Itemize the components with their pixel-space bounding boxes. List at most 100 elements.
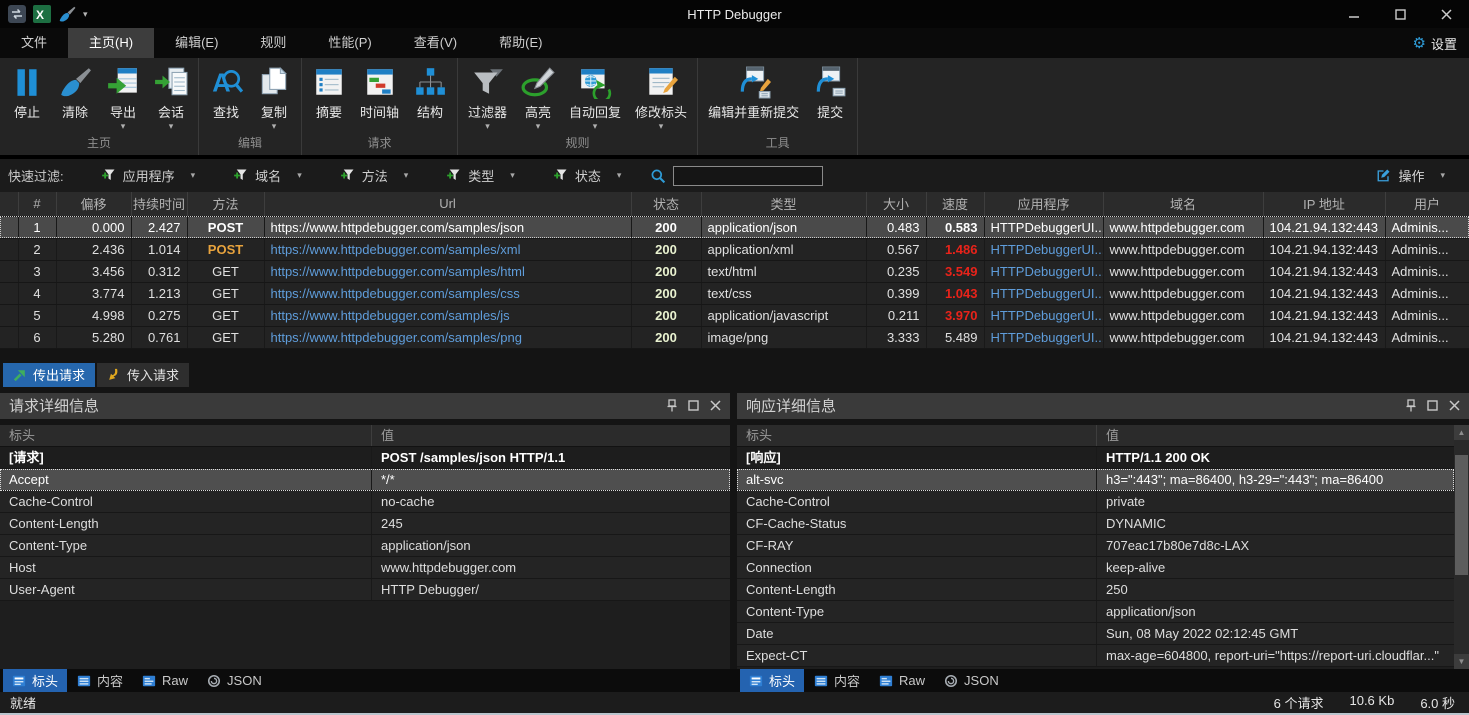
menu-item-performance[interactable]: 性能(P) xyxy=(307,28,392,58)
summary-button[interactable]: 摘要 xyxy=(305,64,353,133)
structure-button[interactable]: 结构 xyxy=(406,64,454,133)
request-row-6[interactable]: 65.2800.761GEThttps://www.httpdebugger.c… xyxy=(0,326,1469,348)
vertical-scrollbar[interactable]: ▲ ▼ xyxy=(1454,425,1469,670)
find-button[interactable]: A查找 xyxy=(202,64,250,133)
response-row-date[interactable]: DateSun, 08 May 2022 02:12:45 GMT xyxy=(737,623,1454,645)
scroll-up-icon[interactable]: ▲ xyxy=(1454,425,1469,440)
response-tab-raw[interactable]: Raw xyxy=(870,669,934,692)
request-row-4[interactable]: 43.7741.213GEThttps://www.httpdebugger.c… xyxy=(0,282,1469,304)
chevron-down-icon[interactable]: ▾ xyxy=(485,121,490,132)
response-tab-json[interactable]: JSON xyxy=(935,669,1008,692)
menu-item-home[interactable]: 主页(H) xyxy=(68,28,154,58)
close-panel-icon[interactable] xyxy=(1449,400,1460,411)
request-tab-content[interactable]: 内容 xyxy=(68,669,132,692)
column-header-9[interactable]: 应用程序 xyxy=(984,192,1103,216)
request-tab-json[interactable]: JSON xyxy=(198,669,271,692)
filter-domain-button[interactable]: 域名▾ xyxy=(218,166,317,185)
submit-button[interactable]: 提交 xyxy=(806,64,854,133)
column-header-name[interactable]: 标头 xyxy=(0,425,372,446)
filter-application-button[interactable]: 应用程序▾ xyxy=(86,166,211,185)
brush-small-icon[interactable] xyxy=(58,5,76,23)
response-row-cfcachestatus[interactable]: CF-Cache-StatusDYNAMIC xyxy=(737,513,1454,535)
column-header-6[interactable]: 类型 xyxy=(701,192,866,216)
chevron-down-icon[interactable]: ▾ xyxy=(659,121,664,132)
response-row-altsvc[interactable]: alt-svch3=":443"; ma=86400, h3-29=":443"… xyxy=(737,469,1454,491)
request-row-accept[interactable]: Accept*/* xyxy=(0,469,730,491)
excel-icon[interactable]: X xyxy=(33,5,51,23)
filter-button[interactable]: 过滤器▾ xyxy=(461,64,514,133)
search-input[interactable] xyxy=(673,166,823,186)
column-header-5[interactable]: 状态 xyxy=(631,192,701,216)
request-tab-headers[interactable]: 标头 xyxy=(3,669,67,692)
maximize-button[interactable] xyxy=(1377,0,1423,28)
menu-item-help[interactable]: 帮助(E) xyxy=(478,28,563,58)
clear-button[interactable]: 清除 xyxy=(51,64,99,133)
session-button[interactable]: 会话▾ xyxy=(147,64,195,133)
request-row-2[interactable]: 22.4361.014POSThttps://www.httpdebugger.… xyxy=(0,238,1469,260)
response-tab-headers[interactable]: 标头 xyxy=(740,669,804,692)
request-row-[interactable]: [请求]POST /samples/json HTTP/1.1 xyxy=(0,447,730,469)
filter-type-button[interactable]: 类型▾ xyxy=(431,166,530,185)
column-header-0[interactable]: # xyxy=(18,192,56,216)
menu-item-view[interactable]: 查看(V) xyxy=(393,28,478,58)
chevron-down-icon[interactable]: ▾ xyxy=(593,121,598,132)
close-button[interactable] xyxy=(1423,0,1469,28)
response-row-expectct[interactable]: Expect-CTmax-age=604800, report-uri="htt… xyxy=(737,645,1454,667)
column-header-name[interactable]: 标头 xyxy=(737,425,1097,446)
auto-reply-button[interactable]: 自动回复▾ xyxy=(562,64,628,133)
stream-tab-outgoing[interactable]: 传出请求 xyxy=(3,363,95,387)
scroll-down-icon[interactable]: ▼ xyxy=(1454,654,1469,669)
timeline-button[interactable]: 时间轴 xyxy=(353,64,406,133)
request-row-host[interactable]: Hostwww.httpdebugger.com xyxy=(0,557,730,579)
response-row-contenttype[interactable]: Content-Typeapplication/json xyxy=(737,601,1454,623)
modify-headers-button[interactable]: 修改标头▾ xyxy=(628,64,694,133)
column-header-value[interactable]: 值 xyxy=(372,425,730,446)
maximize-panel-icon[interactable] xyxy=(1427,400,1438,411)
actions-button[interactable]: 操作 ▾ xyxy=(1376,166,1461,185)
copy-button[interactable]: 复制▾ xyxy=(250,64,298,133)
pin-icon[interactable] xyxy=(667,399,677,412)
request-row-useragent[interactable]: User-AgentHTTP Debugger/ xyxy=(0,579,730,601)
filter-method-button[interactable]: 方法▾ xyxy=(325,166,424,185)
column-header-1[interactable]: 偏移 xyxy=(56,192,131,216)
response-row-cachecontrol[interactable]: Cache-Controlprivate xyxy=(737,491,1454,513)
response-row-connection[interactable]: Connectionkeep-alive xyxy=(737,557,1454,579)
request-row-cachecontrol[interactable]: Cache-Controlno-cache xyxy=(0,491,730,513)
menu-item-edit[interactable]: 编辑(E) xyxy=(154,28,239,58)
highlight-button[interactable]: 高亮▾ xyxy=(514,64,562,133)
request-row-contentlength[interactable]: Content-Length245 xyxy=(0,513,730,535)
export-button[interactable]: 导出▾ xyxy=(99,64,147,133)
response-tab-content[interactable]: 内容 xyxy=(805,669,869,692)
scrollbar-thumb[interactable] xyxy=(1455,455,1468,575)
column-header-10[interactable]: 域名 xyxy=(1103,192,1263,216)
column-header-3[interactable]: 方法 xyxy=(187,192,264,216)
scrollbar-track[interactable] xyxy=(1454,440,1469,655)
request-tab-raw[interactable]: Raw xyxy=(133,669,197,692)
chevron-down-icon[interactable]: ▾ xyxy=(83,9,88,20)
column-header-4[interactable]: Url xyxy=(264,192,631,216)
close-panel-icon[interactable] xyxy=(710,400,721,411)
response-row-cfray[interactable]: CF-RAY707eac17b80e7d8c-LAX xyxy=(737,535,1454,557)
menu-item-file[interactable]: 文件 xyxy=(0,28,68,58)
column-header-11[interactable]: IP 地址 xyxy=(1263,192,1385,216)
chevron-down-icon[interactable]: ▾ xyxy=(536,121,541,132)
pin-icon[interactable] xyxy=(1406,399,1416,412)
column-header-8[interactable]: 速度 xyxy=(926,192,984,216)
menu-item-rules[interactable]: 规则 xyxy=(239,28,307,58)
maximize-panel-icon[interactable] xyxy=(688,400,699,411)
column-header-value[interactable]: 值 xyxy=(1097,425,1454,446)
request-row-5[interactable]: 54.9980.275GEThttps://www.httpdebugger.c… xyxy=(0,304,1469,326)
column-header-7[interactable]: 大小 xyxy=(866,192,926,216)
stop-button[interactable]: 停止 xyxy=(3,64,51,133)
chevron-down-icon[interactable]: ▾ xyxy=(121,121,126,132)
request-row-1[interactable]: 10.0002.427POSThttps://www.httpdebugger.… xyxy=(0,216,1469,238)
settings-button[interactable]: ⚙ 设置 xyxy=(1413,28,1469,58)
response-row-contentlength[interactable]: Content-Length250 xyxy=(737,579,1454,601)
response-row-[interactable]: [响应]HTTP/1.1 200 OK xyxy=(737,447,1454,469)
stream-tab-incoming[interactable]: 传入请求 xyxy=(97,363,189,387)
app-icon[interactable] xyxy=(8,5,26,23)
filter-status-button[interactable]: 状态▾ xyxy=(538,166,637,185)
request-row-3[interactable]: 33.4560.312GEThttps://www.httpdebugger.c… xyxy=(0,260,1469,282)
edit-resubmit-button[interactable]: 编辑并重新提交 xyxy=(701,64,806,133)
column-header-2[interactable]: 持续时间 xyxy=(131,192,187,216)
